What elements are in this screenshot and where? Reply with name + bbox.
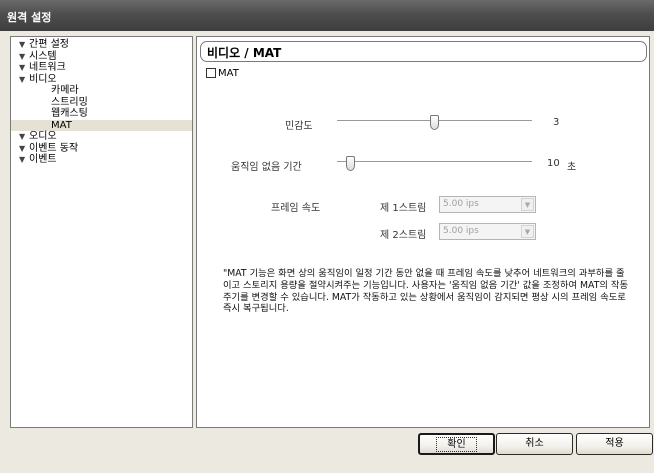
tree-item-event-action[interactable]: ▼ 이벤트 동작 — [11, 143, 192, 155]
mat-checkbox[interactable] — [206, 68, 216, 78]
stream2-framerate-value: 5.00 ips — [443, 226, 479, 236]
stream1-framerate-value: 5.00 ips — [443, 199, 479, 209]
sensitivity-slider[interactable] — [337, 115, 532, 130]
sensitivity-label: 민감도 — [285, 121, 313, 132]
mat-checkbox-row[interactable]: MAT — [206, 67, 239, 79]
ok-button-label: 확인 — [436, 437, 477, 452]
tree-item-label: 오디오 — [29, 131, 57, 142]
tree-item-streaming[interactable]: 스트리밍 — [11, 97, 192, 109]
dialog-client: ▼ 간편 설정 ▼ 시스템 ▼ 네트워크 ▼ 비디오 카메라 스트리밍 웹캐스팅 MAT… — [0, 31, 654, 473]
motionless-period-unit: 초 — [567, 162, 577, 173]
tree-item-mat[interactable]: MAT — [11, 119, 192, 131]
settings-panel: 비디오 / MAT MAT 민감도 3 움직임 없음 기간 10 초 프레임 속… — [196, 36, 650, 428]
apply-button-label: 적용 — [605, 438, 624, 449]
tree-item-easy-setup[interactable]: ▼ 간편 설정 — [11, 39, 192, 51]
motionless-period-slider[interactable] — [337, 156, 532, 171]
stream1-label: 제 1스트림 — [380, 203, 427, 214]
triangle-down-icon: ▼ — [19, 143, 26, 153]
tree-item-label: 이벤트 동작 — [29, 142, 79, 154]
chevron-down-icon[interactable]: ▼ — [521, 225, 534, 238]
tree-item-video[interactable]: ▼ 비디오 — [11, 74, 192, 86]
stream1-framerate-select[interactable]: 5.00 ips ▼ — [439, 196, 536, 213]
tree-item-label: 시스템 — [29, 50, 57, 62]
settings-tree[interactable]: ▼ 간편 설정 ▼ 시스템 ▼ 네트워크 ▼ 비디오 카메라 스트리밍 웹캐스팅 MAT… — [10, 36, 193, 428]
tree-item-label: 네트워크 — [29, 62, 66, 73]
window-title-bar[interactable]: 원격 설정 — [0, 0, 654, 31]
chevron-down-icon[interactable]: ▼ — [521, 198, 534, 211]
slider-thumb[interactable] — [346, 156, 355, 171]
tree-item-label: MAT — [51, 119, 72, 131]
panel-title: 비디오 / MAT — [200, 41, 647, 62]
mat-description-note: "MAT 기능은 화면 상의 움직임이 일정 기간 동안 없을 때 프레임 속도… — [223, 268, 628, 315]
sensitivity-value: 3 — [553, 117, 560, 128]
motionless-period-label: 움직임 없음 기간 — [231, 162, 302, 173]
tree-item-event[interactable]: ▼ 이벤트 — [11, 154, 192, 166]
tree-item-system[interactable]: ▼ 시스템 — [11, 51, 192, 63]
triangle-down-icon: ▼ — [19, 155, 26, 164]
triangle-down-icon: ▼ — [19, 74, 26, 84]
framerate-label: 프레임 속도 — [271, 203, 321, 214]
tree-item-webcasting[interactable]: 웹캐스팅 — [11, 108, 192, 120]
tree-item-label: 간편 설정 — [29, 39, 69, 50]
stream2-framerate-select[interactable]: 5.00 ips ▼ — [439, 223, 536, 240]
tree-item-audio[interactable]: ▼ 오디오 — [11, 131, 192, 143]
cancel-button[interactable]: 취소 — [496, 433, 573, 455]
slider-thumb[interactable] — [430, 115, 439, 130]
tree-item-label: 웹캐스팅 — [51, 108, 88, 119]
motionless-period-value: 10 — [547, 158, 560, 169]
tree-item-network[interactable]: ▼ 네트워크 — [11, 62, 192, 74]
tree-item-label: 스트리밍 — [51, 96, 88, 108]
ok-button[interactable]: 확인 — [418, 433, 495, 455]
cancel-button-label: 취소 — [525, 438, 544, 449]
apply-button[interactable]: 적용 — [576, 433, 653, 455]
window-title: 원격 설정 — [7, 11, 52, 24]
triangle-down-icon: ▼ — [19, 63, 26, 72]
slider-track — [337, 161, 532, 163]
tree-item-camera[interactable]: 카메라 — [11, 85, 192, 97]
triangle-down-icon: ▼ — [19, 132, 26, 141]
stream2-label: 제 2스트림 — [380, 230, 427, 241]
tree-item-label: 이벤트 — [29, 154, 57, 165]
triangle-down-icon: ▼ — [19, 51, 26, 61]
triangle-down-icon: ▼ — [19, 40, 26, 49]
tree-item-label: 비디오 — [29, 73, 57, 85]
tree-item-label: 카메라 — [51, 85, 79, 96]
mat-checkbox-label: MAT — [218, 67, 239, 79]
